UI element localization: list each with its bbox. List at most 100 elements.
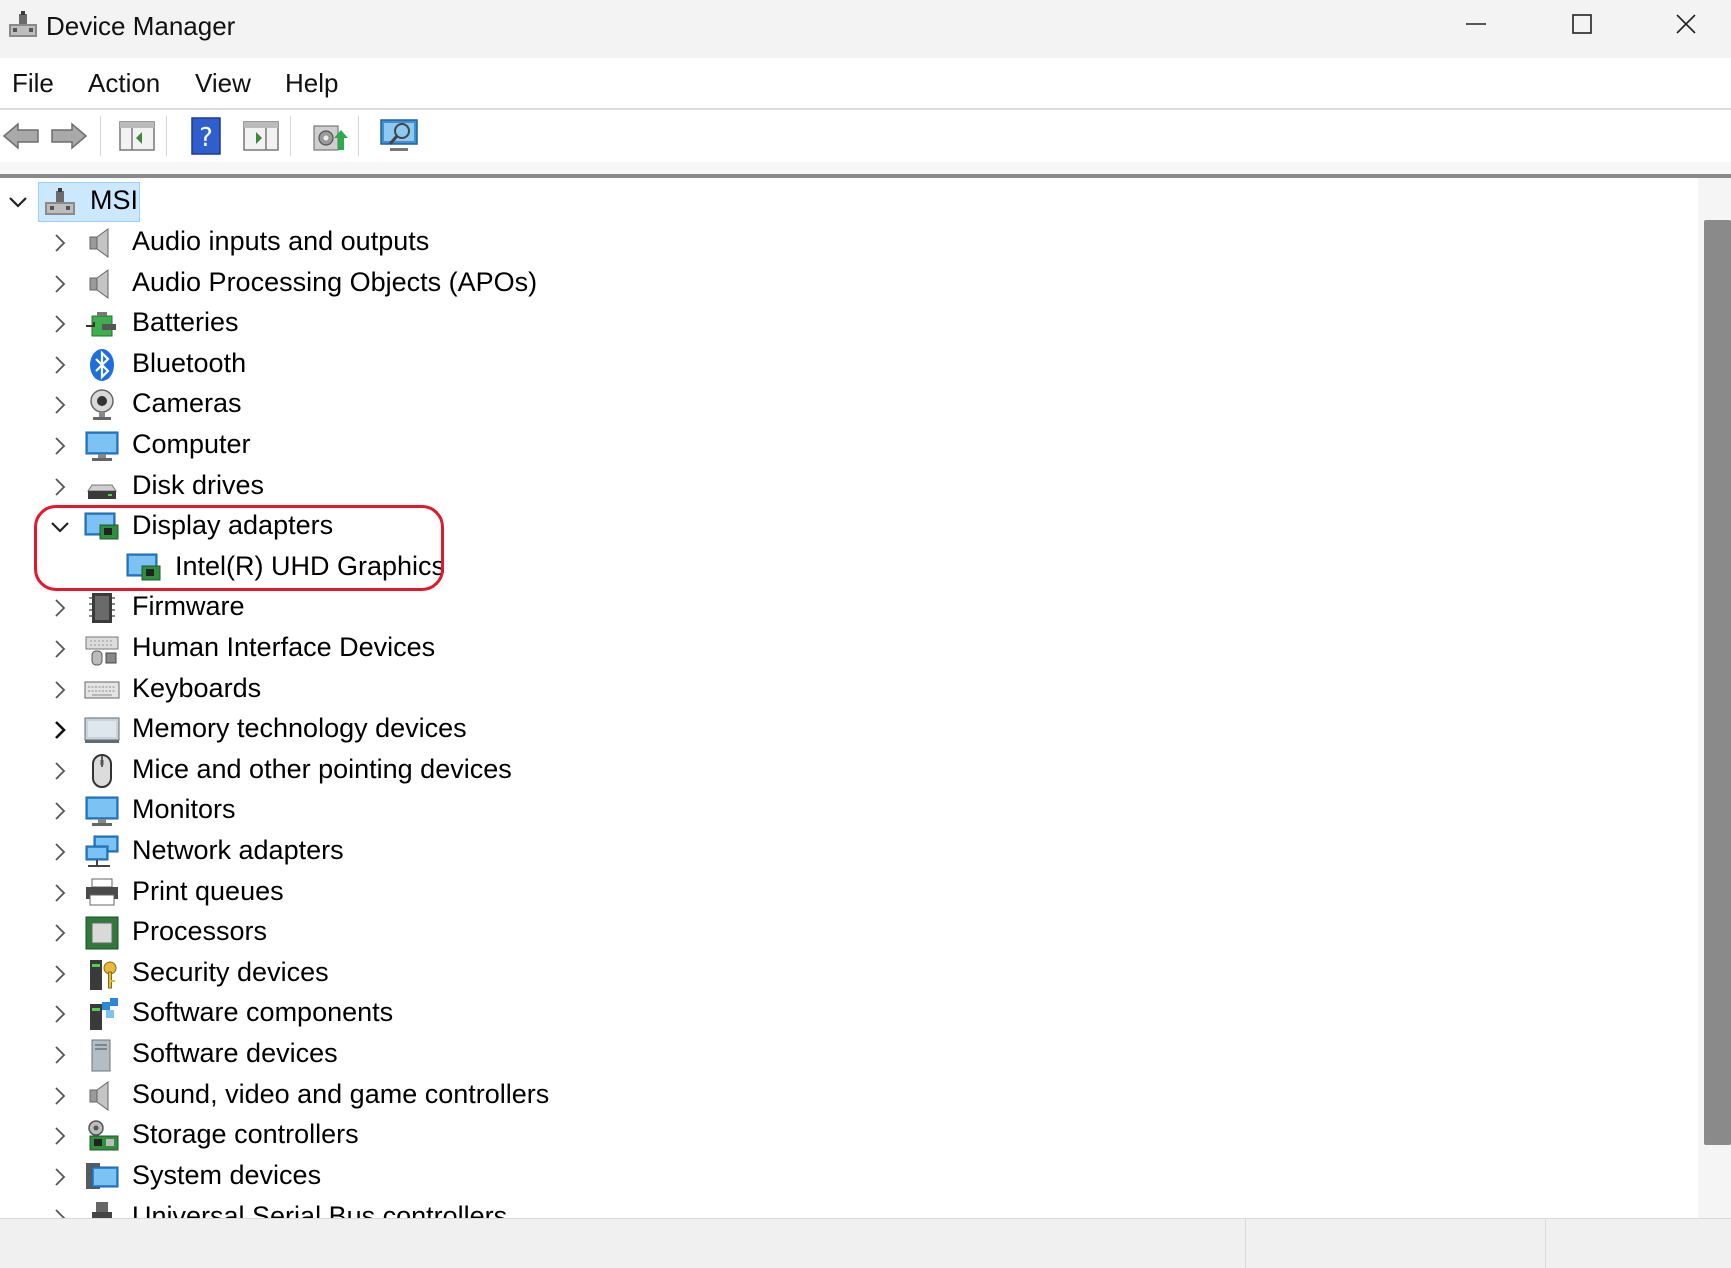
tree-root-msi[interactable]: MSI (0, 182, 1698, 222)
show-hide-console-tree-icon[interactable] (116, 116, 158, 156)
chevron-right-icon[interactable] (48, 921, 72, 945)
chevron-right-icon[interactable] (48, 312, 72, 336)
tree-item-label: Bluetooth (132, 348, 247, 378)
svg-text:?: ? (199, 123, 213, 153)
monitor-icon (85, 796, 119, 826)
software-component-icon (90, 998, 118, 1030)
chevron-right-icon[interactable] (48, 1206, 72, 1218)
maximize-button[interactable] (1532, 0, 1632, 48)
menu-file[interactable]: File (10, 68, 56, 99)
close-button[interactable] (1636, 0, 1731, 48)
chevron-right-icon[interactable] (48, 1002, 72, 1026)
network-icon (85, 835, 119, 867)
tree-item-disk-drives[interactable]: Disk drives (0, 467, 1698, 507)
title-bar: Device Manager (0, 0, 1731, 58)
tree-item-audio-processing-objects[interactable]: Audio Processing Objects (APOs) (0, 264, 1698, 304)
tree-item-print-queues[interactable]: Print queues (0, 873, 1698, 913)
close-icon (1676, 14, 1696, 34)
menu-help[interactable]: Help (283, 68, 340, 99)
tree-item-system-devices[interactable]: System devices (0, 1157, 1698, 1197)
chevron-right-icon[interactable] (48, 759, 72, 783)
chevron-down-icon[interactable] (48, 515, 72, 539)
chevron-right-icon[interactable] (48, 962, 72, 986)
tree-item-intel-uhd-graphics[interactable]: Intel(R) UHD Graphics (0, 548, 1698, 588)
help-icon[interactable]: ? (186, 116, 228, 156)
tree-item-label: Intel(R) UHD Graphics (175, 551, 446, 581)
tree-item-software-devices[interactable]: Software devices (0, 1035, 1698, 1075)
toolbar-gap (0, 162, 1731, 174)
tree-item-cameras[interactable]: Cameras (0, 385, 1698, 425)
forward-icon[interactable] (48, 116, 90, 156)
window-title: Device Manager (46, 11, 236, 41)
menu-action[interactable]: Action (86, 68, 162, 99)
minimize-button[interactable] (1426, 0, 1526, 48)
chevron-right-icon[interactable] (48, 1165, 72, 1189)
vertical-scrollbar[interactable] (1698, 178, 1731, 1218)
tree-item-usb-controllers[interactable]: Universal Serial Bus controllers (0, 1198, 1698, 1218)
show-action-pane-icon[interactable] (240, 116, 282, 156)
tree-item-label: Storage controllers (132, 1119, 359, 1149)
disk-drive-icon (87, 484, 117, 499)
scrollbar-thumb[interactable] (1704, 220, 1731, 1145)
firmware-icon (89, 593, 115, 623)
hid-icon (85, 636, 119, 666)
tree-item-network-adapters[interactable]: Network adapters (0, 832, 1698, 872)
chevron-right-icon[interactable] (48, 881, 72, 905)
chevron-right-icon[interactable] (48, 1084, 72, 1108)
chevron-down-icon[interactable] (6, 190, 30, 214)
toolbar-separator (166, 116, 167, 156)
tree-item-keyboards[interactable]: Keyboards (0, 670, 1698, 710)
tree-item-memory-technology-devices[interactable]: Memory technology devices (0, 710, 1698, 750)
tree-item-label: Keyboards (132, 673, 262, 703)
tree-item-software-components[interactable]: Software components (0, 994, 1698, 1034)
tree-item-mice[interactable]: Mice and other pointing devices (0, 751, 1698, 791)
minimize-icon (1466, 23, 1486, 25)
chevron-right-icon[interactable] (48, 637, 72, 661)
tree-item-sound-video-game-controllers[interactable]: Sound, video and game controllers (0, 1076, 1698, 1116)
tree-item-storage-controllers[interactable]: Storage controllers (0, 1116, 1698, 1156)
update-driver-icon[interactable] (308, 116, 350, 156)
chevron-right-icon[interactable] (48, 840, 72, 864)
tree-item-processors[interactable]: Processors (0, 913, 1698, 953)
tree-item-computer[interactable]: Computer (0, 426, 1698, 466)
processor-icon (85, 916, 119, 950)
status-divider (1245, 1219, 1246, 1268)
usb-icon (92, 1202, 112, 1218)
security-key-icon (90, 960, 117, 990)
chevron-right-icon[interactable] (48, 353, 72, 377)
speaker-icon (89, 1081, 109, 1111)
scan-hardware-changes-icon[interactable] (378, 116, 420, 156)
chevron-right-icon[interactable] (48, 231, 72, 255)
chevron-right-icon[interactable] (48, 272, 72, 296)
battery-icon (86, 312, 116, 337)
tree-item-audio-inputs-and-outputs[interactable]: Audio inputs and outputs (0, 223, 1698, 263)
tree-item-batteries[interactable]: Batteries (0, 304, 1698, 344)
tree-item-firmware[interactable]: Firmware (0, 588, 1698, 628)
memory-icon (84, 717, 120, 743)
chevron-right-icon[interactable] (48, 596, 72, 620)
menu-view[interactable]: View (193, 68, 253, 99)
toolbar-separator (100, 116, 101, 156)
tree-item-display-adapters[interactable]: Display adapters (0, 507, 1698, 547)
chevron-right-icon[interactable] (48, 678, 72, 702)
tree-item-label: Audio Processing Objects (APOs) (132, 267, 538, 297)
chevron-right-icon[interactable] (48, 393, 72, 417)
tree-item-bluetooth[interactable]: Bluetooth (0, 345, 1698, 385)
chevron-right-icon[interactable] (48, 718, 72, 742)
tree-item-label: Disk drives (132, 470, 265, 500)
back-icon[interactable] (0, 116, 42, 156)
tree-item-label: Processors (132, 916, 268, 946)
chevron-right-icon[interactable] (48, 434, 72, 458)
chevron-right-icon[interactable] (48, 1124, 72, 1148)
bluetooth-icon (90, 349, 114, 381)
tree-item-label: Network adapters (132, 835, 344, 865)
tree-item-label: Memory technology devices (132, 713, 467, 743)
chevron-right-icon[interactable] (48, 799, 72, 823)
tree-item-security-devices[interactable]: Security devices (0, 954, 1698, 994)
tree-item-label: Universal Serial Bus controllers (132, 1201, 508, 1218)
tree-item-label: System devices (132, 1160, 322, 1190)
chevron-right-icon[interactable] (48, 475, 72, 499)
tree-item-human-interface-devices[interactable]: Human Interface Devices (0, 629, 1698, 669)
tree-item-monitors[interactable]: Monitors (0, 791, 1698, 831)
chevron-right-icon[interactable] (48, 1043, 72, 1067)
